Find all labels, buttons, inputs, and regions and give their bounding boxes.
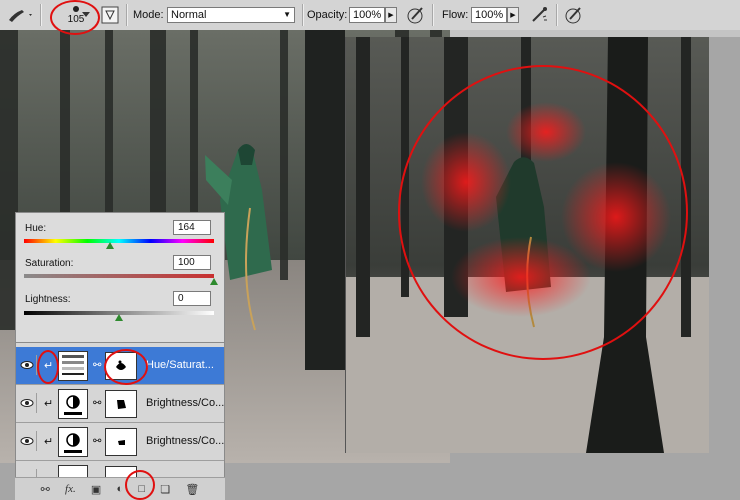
layers-footer: ⚯ fx. ▣ ◐ □ ❏ 🗑 <box>15 477 225 500</box>
fx-icon[interactable]: fx. <box>65 483 76 495</box>
layer-name: Brightness/Co... <box>146 435 225 447</box>
flow-label: Flow: <box>442 9 469 21</box>
layer-mask-thumbnail[interactable] <box>105 390 137 418</box>
eye-icon[interactable] <box>18 355 37 375</box>
eye-icon[interactable] <box>18 393 37 413</box>
layer-mask-thumbnail[interactable] <box>105 428 137 456</box>
flow-slider-arrow-icon[interactable]: ▶ <box>507 7 519 23</box>
saturation-input[interactable]: 100 <box>173 255 211 270</box>
brightness-contrast-adjustment-icon <box>58 427 88 457</box>
saturation-label: Saturation: <box>25 258 74 269</box>
tablet-pressure-opacity-icon[interactable] <box>406 5 426 25</box>
hue-saturation-panel: Hue: 164 Saturation: 100 Lightness: 0 <box>15 212 225 344</box>
lightness-input[interactable]: 0 <box>173 291 211 306</box>
mode-select[interactable]: Normal ▼ <box>167 7 295 23</box>
brightness-contrast-adjustment-icon <box>58 389 88 419</box>
hue-saturation-adjustment-icon <box>58 351 88 381</box>
opacity-label: Opacity: <box>307 9 348 21</box>
layer-row-hue-saturation[interactable]: ↵ ⚯ Hue/Saturat... <box>16 347 224 385</box>
lightness-slider-thumb[interactable] <box>115 314 123 321</box>
layer-row-brightness-contrast-2[interactable]: ↵ ⚯ Brightness/Co... <box>16 423 225 461</box>
add-mask-icon[interactable]: ▣ <box>91 483 101 496</box>
mode-label: Mode: <box>133 9 164 21</box>
trash-icon[interactable]: 🗑 <box>185 483 199 496</box>
chevron-down-icon: ▼ <box>283 10 291 19</box>
hue-input[interactable]: 164 <box>173 220 211 235</box>
airbrush-icon[interactable] <box>530 5 550 25</box>
layer-row-brightness-contrast-1[interactable]: ↵ ⚯ Brightness/Co... <box>16 385 225 423</box>
canvas-right[interactable] <box>345 37 709 453</box>
clipping-arrow-icon: ↵ <box>44 398 54 410</box>
saturation-slider-track[interactable] <box>24 274 214 278</box>
brush-preset-picker[interactable]: 105 <box>52 0 100 30</box>
document-shadow <box>450 30 740 37</box>
opacity-input[interactable]: 100% <box>349 7 385 23</box>
mode-value: Normal <box>171 9 207 21</box>
hue-slider-thumb[interactable] <box>106 242 115 249</box>
link-chain-icon[interactable]: ⚯ <box>93 436 101 447</box>
layer-name: Brightness/Co... <box>146 397 225 409</box>
clipping-arrow-icon: ↵ <box>44 360 54 372</box>
link-layers-icon[interactable]: ⚯ <box>41 483 50 496</box>
lightness-label: Lightness: <box>25 294 71 305</box>
layer-mask-thumbnail[interactable] <box>105 352 137 380</box>
link-chain-icon[interactable]: ⚯ <box>93 360 101 371</box>
brush-picker-dropdown-icon[interactable] <box>82 0 90 30</box>
hue-label: Hue: <box>25 223 47 234</box>
link-chain-icon[interactable]: ⚯ <box>93 398 101 409</box>
tablet-pressure-size-icon[interactable] <box>564 5 584 25</box>
options-bar: 105 Mode: Normal ▼ Opacity: 100% ▶ Flow:… <box>0 0 740 31</box>
brush-tip-icon <box>73 5 79 12</box>
hue-slider-track[interactable] <box>24 239 214 243</box>
saturation-slider-thumb[interactable] <box>210 278 218 285</box>
opacity-slider-arrow-icon[interactable]: ▶ <box>385 7 397 23</box>
clipping-arrow-icon: ↵ <box>44 436 54 448</box>
new-group-icon[interactable]: □ <box>138 483 145 495</box>
eye-icon[interactable] <box>18 431 37 451</box>
layer-name: Hue/Saturat... <box>146 359 214 371</box>
brush-tool-icon[interactable] <box>4 0 34 30</box>
new-layer-icon[interactable]: ❏ <box>160 483 170 496</box>
new-adjustment-layer-icon[interactable]: ◐ <box>117 483 124 495</box>
brush-panel-toggle-icon[interactable] <box>100 5 120 25</box>
flow-input[interactable]: 100% <box>471 7 507 23</box>
